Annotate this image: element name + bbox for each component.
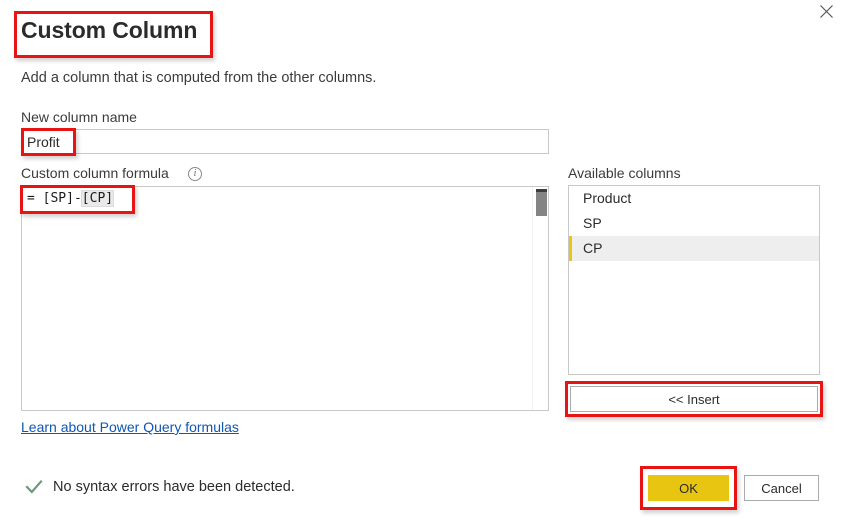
syntax-status-text: No syntax errors have been detected. [53,479,295,495]
custom-column-formula-label: Custom column formula [21,165,169,181]
close-button[interactable] [811,0,841,22]
new-column-name-label: New column name [21,109,137,125]
available-columns-listbox[interactable]: Product SP CP [568,185,820,375]
formula-highlighted-token: [CP] [80,190,115,207]
list-item[interactable]: SP [569,211,819,236]
insert-button[interactable]: << Insert [570,386,818,412]
page-title: Custom Column [21,17,198,43]
dialog-subtitle: Add a column that is computed from the o… [21,70,377,86]
new-column-name-input[interactable] [21,129,549,154]
list-item[interactable]: CP [569,236,819,261]
formula-scrollbar-thumb[interactable] [536,189,547,216]
formula-scrollbar[interactable] [532,187,548,410]
formula-editor[interactable]: = [SP]-[CP] [21,186,549,411]
close-icon [819,4,833,18]
checkmark-icon [25,478,43,496]
formula-text: = [SP]-[CP] [27,190,115,207]
cancel-button[interactable]: Cancel [744,475,819,501]
available-columns-label: Available columns [568,165,681,181]
syntax-status: No syntax errors have been detected. [25,478,295,496]
info-icon[interactable]: i [188,167,202,181]
list-item[interactable]: Product [569,186,819,211]
learn-power-query-link[interactable]: Learn about Power Query formulas [21,419,239,435]
formula-prefix: = [SP]- [27,191,82,206]
ok-button[interactable]: OK [648,475,729,501]
